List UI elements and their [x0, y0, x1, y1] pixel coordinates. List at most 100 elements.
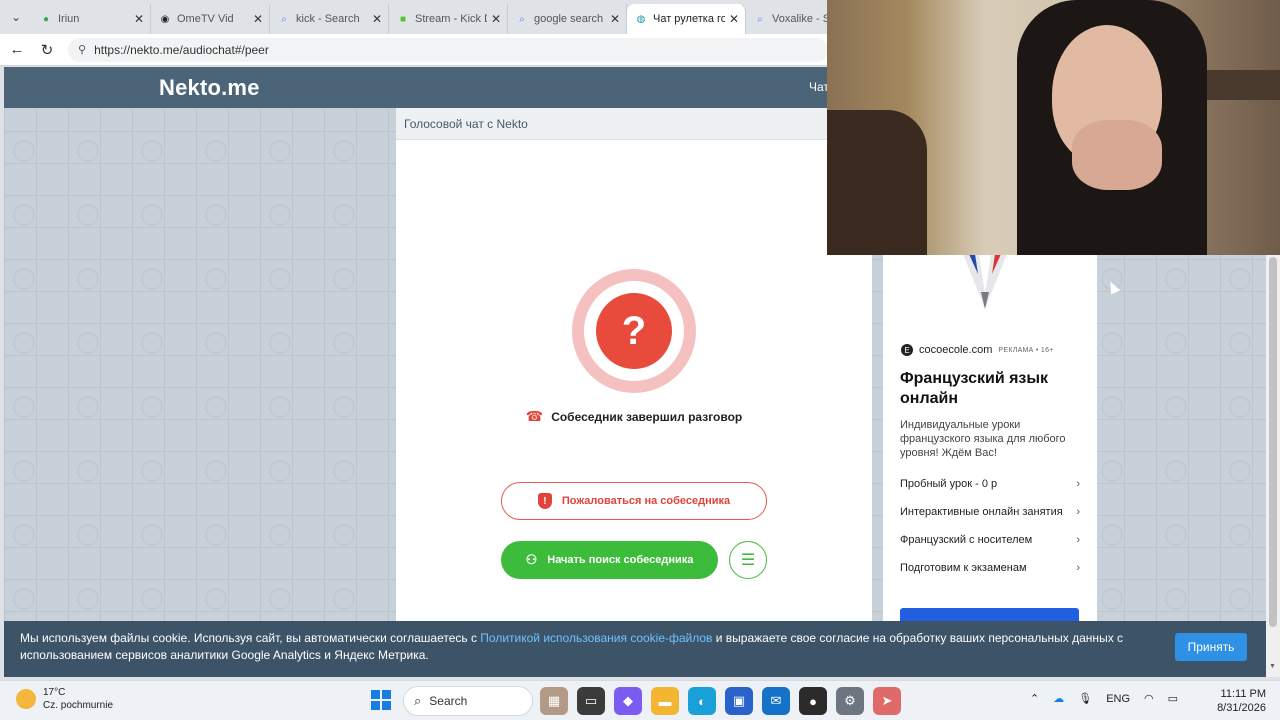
tab-search-chevron-icon[interactable]: ⌄ [0, 0, 32, 34]
ad-link-label: Французский с носителем [900, 534, 1033, 546]
system-clock[interactable]: 11:11 PM 8/31/2026 [1214, 687, 1266, 715]
user-search-icon: ⚇ [525, 552, 538, 567]
pinned-apps: ▦ ▭ ◆ ▬ ◐ ▣ ✉ ● ⚙ ➤ [540, 687, 910, 715]
weather-description: Cz. pochmurnie [43, 700, 114, 711]
accept-cookies-button[interactable]: Принять [1175, 633, 1247, 661]
status-indicator: ? [572, 269, 696, 393]
close-icon[interactable]: ✕ [491, 12, 501, 26]
webcam-overlay [827, 0, 1280, 255]
copilot-icon[interactable]: ◆ [614, 687, 642, 715]
cloudy-sun-icon [16, 689, 36, 709]
close-icon[interactable]: ✕ [610, 12, 620, 26]
tab-title: Чат рулетка го [653, 13, 725, 25]
cookie-policy-link[interactable]: Политикой использования cookie-файлов [480, 631, 712, 645]
site-logo[interactable]: Nekto.me [159, 75, 260, 101]
tab-title: Iriun [58, 13, 80, 25]
ad-description: Индивидуальные уроки французского языка … [900, 419, 1066, 459]
url-text: https://nekto.me/audiochat#/peer [94, 42, 269, 57]
battery-icon[interactable]: ▭ [1168, 692, 1178, 705]
system-tray: ⌃ ☁ 🎙 ENG ◠ ▭ [1030, 692, 1192, 706]
outlook-icon[interactable]: ✉ [762, 687, 790, 715]
close-icon[interactable]: ✕ [372, 12, 382, 26]
status-ring: ? [584, 281, 684, 381]
report-partner-button[interactable]: ! Пожаловаться на собеседника [501, 482, 767, 520]
ad-link-item[interactable]: Подготовим к экзаменам › [900, 554, 1080, 582]
chevron-right-icon: › [1076, 506, 1080, 518]
taskbar-search[interactable]: ⌕ Search [403, 686, 533, 716]
chevron-right-icon: › [1076, 562, 1080, 574]
tab-ometv[interactable]: ◉ OmeTV Vid ✕ [151, 4, 270, 34]
ad-link-label: Подготовим к экзаменам [900, 562, 1027, 574]
start-search-button[interactable]: ⚇ Начать поиск собеседника [501, 541, 718, 579]
close-icon[interactable]: ✕ [134, 12, 144, 26]
hang-up-phone-icon: ☎ [525, 408, 544, 424]
ad-source-logo-icon: E [901, 344, 913, 356]
file-explorer-icon[interactable]: ▬ [651, 687, 679, 715]
search-icon: ⌕ [414, 693, 422, 708]
tab-title: google search [534, 13, 604, 25]
chevron-right-icon: › [1076, 534, 1080, 546]
shield-alert-icon: ! [537, 493, 552, 509]
kick-icon: ■ [399, 13, 407, 25]
report-partner-label: Пожаловаться на собеседника [561, 495, 731, 507]
weather-temperature: 17°C [43, 687, 66, 698]
ad-link-item[interactable]: Интерактивные онлайн занятия › [900, 498, 1080, 526]
tray-overflow-chevron-icon[interactable]: ⌃ [1030, 692, 1039, 705]
search-icon: ⌕ [519, 13, 525, 25]
chevron-right-icon: › [1076, 478, 1080, 490]
onedrive-cloud-icon[interactable]: ☁ [1053, 692, 1064, 705]
back-arrow-icon[interactable]: ← [2, 35, 32, 65]
site-info-icon[interactable]: ⚲ [78, 43, 86, 56]
close-icon[interactable]: ✕ [729, 12, 739, 26]
ad-source[interactable]: E cocoecole.com РЕКЛАМА • 16+ [901, 344, 1054, 356]
telegram-icon[interactable]: ➤ [873, 687, 901, 715]
reload-icon[interactable]: ↻ [32, 35, 62, 65]
microphone-icon[interactable]: 🎙 [1078, 692, 1092, 705]
widgets-app-icon[interactable]: ▦ [540, 687, 568, 715]
weather-widget[interactable]: 17°C Cz. pochmurnie [16, 686, 113, 712]
tab-chat-roulette[interactable]: ◍ Чат рулетка го ✕ [627, 4, 746, 34]
search-icon: ⌕ [281, 13, 287, 25]
taskbar: 17°C Cz. pochmurnie ⌕ Search ▦ ▭ ◆ ▬ ◐ ▣… [0, 680, 1280, 720]
chat-header: Голосовой чат с Nekto [396, 108, 872, 140]
edge-browser-icon[interactable]: ◐ [688, 687, 716, 715]
tab-kick-stream[interactable]: ■ Stream - Kick D ✕ [389, 4, 508, 34]
clock-date: 8/31/2026 [1217, 702, 1266, 714]
ad-links: Пробный урок - 0 р › Интерактивные онлайн… [900, 470, 1080, 582]
ad-link-label: Интерактивные онлайн занятия [900, 506, 1063, 518]
recorder-app-icon[interactable]: ● [799, 687, 827, 715]
scroll-thumb[interactable] [1269, 257, 1277, 627]
start-search-label: Начать поиск собеседника [547, 554, 694, 566]
ad-link-item[interactable]: Пробный урок - 0 р › [900, 470, 1080, 498]
search-settings-button[interactable]: ☰ [729, 541, 767, 579]
wifi-icon[interactable]: ◠ [1144, 692, 1154, 705]
record-icon: ◉ [160, 13, 170, 25]
ad-title[interactable]: Французский язык онлайн [900, 369, 1090, 409]
ad-pen-graphic [963, 254, 1007, 309]
language-indicator[interactable]: ENG [1106, 693, 1130, 705]
webcam-person-hand [1072, 120, 1162, 190]
ad-link-label: Пробный урок - 0 р [900, 478, 998, 490]
search-icon: ⌕ [757, 13, 763, 25]
tab-kick-search[interactable]: ⌕ kick - Search ✕ [270, 4, 389, 34]
advertisement[interactable]: E cocoecole.com РЕКЛАМА • 16+ Французски… [883, 254, 1097, 677]
ad-link-item[interactable]: Французский с носителем › [900, 526, 1080, 554]
settings-gear-icon[interactable]: ⚙ [836, 687, 864, 715]
call-status: ☎ Собеседник завершил разговор [396, 408, 872, 425]
close-icon[interactable]: ✕ [253, 12, 263, 26]
store-app-icon[interactable]: ▣ [725, 687, 753, 715]
tab-google-search[interactable]: ⌕ google search ✕ [508, 4, 627, 34]
call-status-text: Собеседник завершил разговор [551, 410, 743, 424]
nekto-icon: ◍ [636, 13, 646, 25]
url-field[interactable]: ⚲ https://nekto.me/audiochat#/peer [68, 37, 828, 62]
header-nav-chat[interactable]: Чат [809, 80, 829, 94]
question-icon: ? [596, 293, 672, 369]
scroll-down-arrow-icon[interactable]: ▼ [1269, 663, 1276, 670]
webcam-background-table [827, 110, 927, 255]
windows-start-icon[interactable] [371, 690, 391, 710]
green-dot-icon: ● [42, 13, 50, 25]
tab-iriun[interactable]: ● Iriun ✕ [32, 4, 151, 34]
weather-text: 17°C Cz. pochmurnie [43, 686, 113, 712]
cookie-text-start: Мы используем файлы cookie. Используя са… [20, 631, 481, 645]
task-view-icon[interactable]: ▭ [577, 687, 605, 715]
